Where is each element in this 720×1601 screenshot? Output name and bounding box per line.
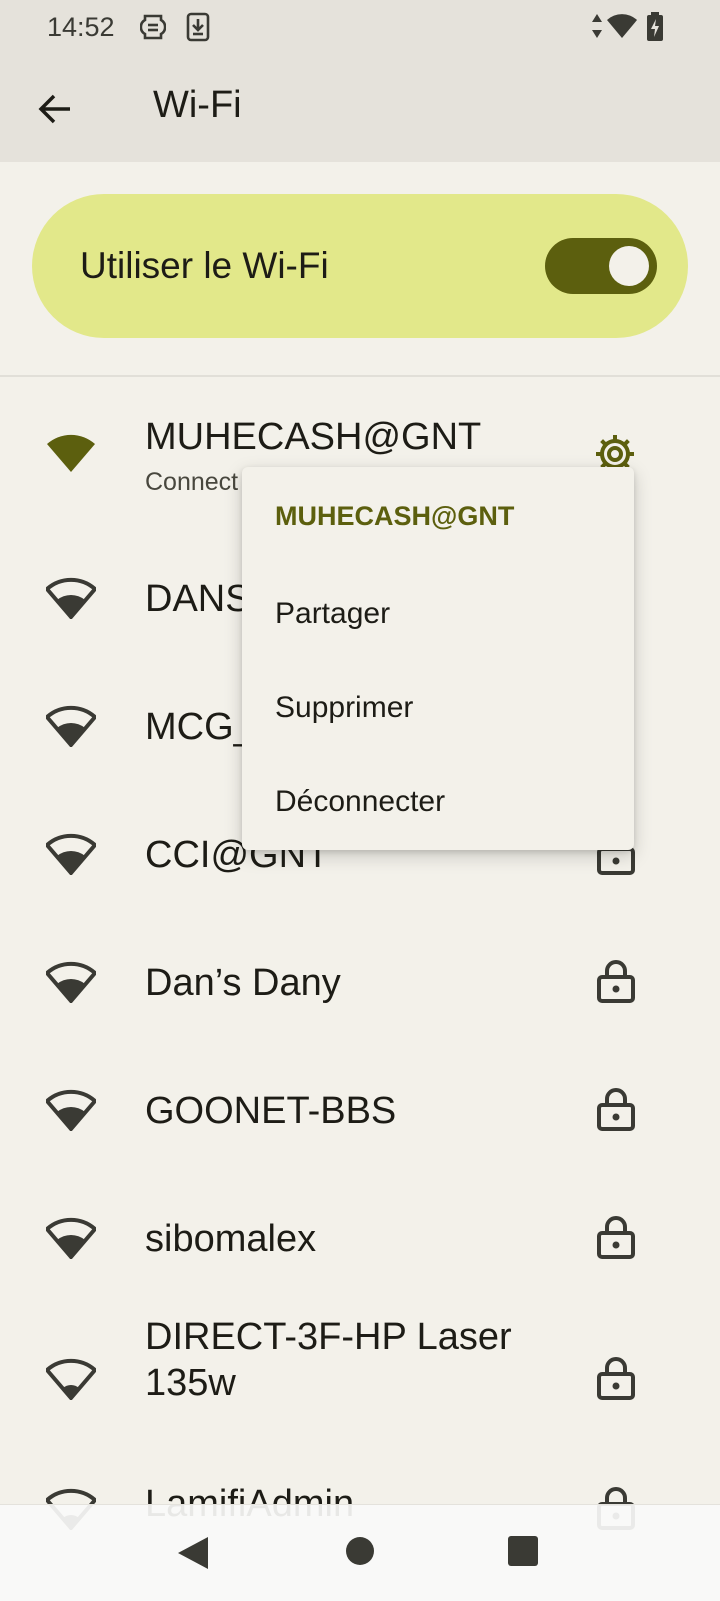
wifi-full-signal-icon <box>47 434 95 472</box>
network-row[interactable]: GOONET-BBS <box>0 1047 720 1167</box>
network-status: Connect <box>145 468 239 496</box>
network-name: MUHECASH@GNT <box>145 416 482 458</box>
menu-item-label: Supprimer <box>275 691 414 724</box>
network-row[interactable]: DIRECT-3F-HP Laser 135w <box>0 1316 720 1456</box>
back-arrow-icon <box>38 94 70 124</box>
network-context-menu: MUHECASH@GNT Partager Supprimer Déconnec… <box>242 467 634 850</box>
nav-back-button[interactable] <box>176 1535 210 1576</box>
wifi-signal-icon <box>46 833 96 875</box>
wifi-signal-icon <box>606 12 638 45</box>
app-bar: Wi-Fi <box>0 54 720 162</box>
download-icon <box>186 12 210 47</box>
status-bar: 14:52 <box>0 0 720 54</box>
assistant-icon <box>139 12 167 47</box>
wifi-switch[interactable] <box>545 238 657 294</box>
back-button[interactable] <box>32 84 82 134</box>
network-name: MCG_ <box>145 706 255 748</box>
network-name-line2: 135w <box>145 1362 236 1404</box>
nav-home-circle-icon <box>346 1537 374 1565</box>
menu-item-share[interactable]: Partager <box>242 569 634 663</box>
nav-back-triangle-icon <box>178 1537 208 1569</box>
menu-item-label: Déconnecter <box>275 785 446 818</box>
wifi-signal-icon <box>46 705 96 747</box>
wifi-signal-icon <box>46 961 96 1003</box>
wifi-signal-icon <box>46 1217 96 1259</box>
menu-item-label: Partager <box>275 597 391 630</box>
battery-icon <box>646 12 664 47</box>
switch-knob <box>609 246 649 286</box>
divider <box>0 375 720 377</box>
wifi-signal-icon <box>46 1089 96 1131</box>
status-time: 14:52 <box>47 12 115 42</box>
data-arrows-icon <box>591 12 603 45</box>
use-wifi-toggle-row[interactable]: Utiliser le Wi-Fi <box>32 194 688 338</box>
system-navigation-bar <box>0 1504 720 1601</box>
network-name: DANS <box>145 578 251 620</box>
context-menu-title: MUHECASH@GNT <box>275 501 515 531</box>
page-title: Wi-Fi <box>153 84 242 126</box>
network-row[interactable]: Dan’s Dany <box>0 919 720 1039</box>
use-wifi-label: Utiliser le Wi-Fi <box>80 245 329 286</box>
network-name: sibomalex <box>145 1218 317 1260</box>
menu-item-delete[interactable]: Supprimer <box>242 663 634 757</box>
nav-recents-button[interactable] <box>508 1536 538 1571</box>
network-name: GOONET-BBS <box>145 1090 397 1132</box>
wifi-weak-signal-icon <box>46 1358 96 1400</box>
nav-home-button[interactable] <box>345 1536 375 1571</box>
wifi-signal-icon <box>46 577 96 619</box>
lock-icon <box>597 1357 635 1400</box>
network-row[interactable]: sibomalex <box>0 1175 720 1295</box>
nav-recents-square-icon <box>508 1536 538 1566</box>
network-name: Dan’s Dany <box>145 962 341 1004</box>
lock-icon <box>597 1088 635 1131</box>
lock-icon <box>597 1216 635 1259</box>
menu-item-disconnect[interactable]: Déconnecter <box>242 757 634 851</box>
lock-icon <box>597 960 635 1003</box>
network-name-line1: DIRECT-3F-HP Laser <box>145 1316 512 1358</box>
